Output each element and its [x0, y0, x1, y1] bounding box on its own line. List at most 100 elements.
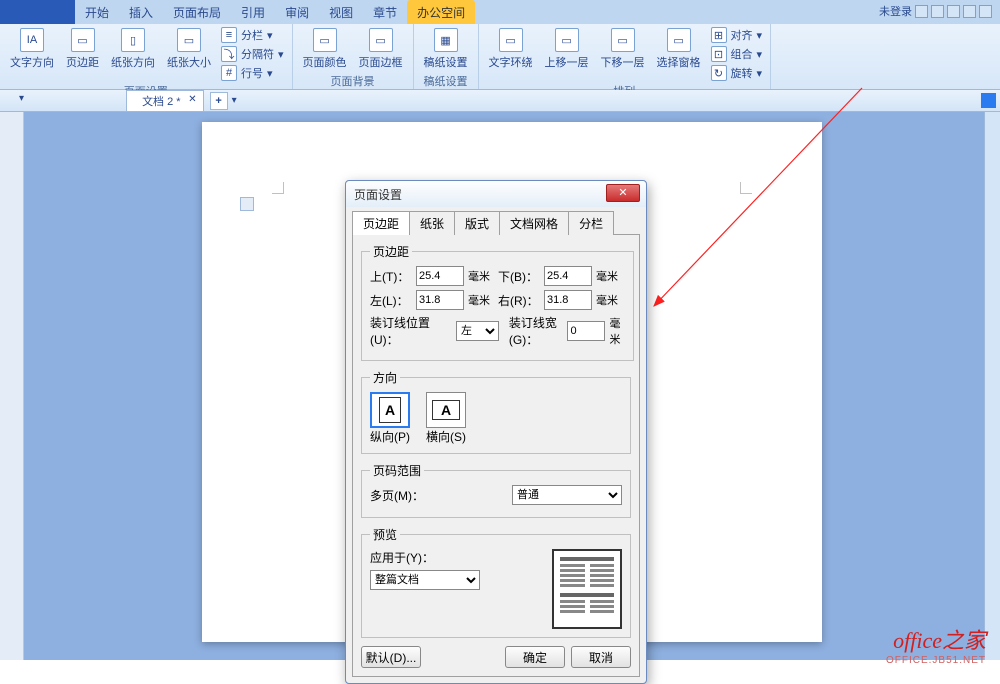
left-label: 左(L)： — [370, 292, 412, 309]
portrait-option[interactable]: A 纵向(P) — [370, 392, 410, 445]
status-icon-5[interactable] — [979, 5, 992, 18]
document-tab[interactable]: 文档 2 * ✕ — [126, 90, 204, 111]
group-label-background: 页面背景 — [299, 72, 407, 90]
multi-select[interactable]: 普通 — [512, 485, 622, 505]
tab-insert[interactable]: 插入 — [119, 0, 163, 24]
vertical-ruler — [0, 112, 24, 660]
btn-wrap-text[interactable]: ▭文字环绕 — [485, 26, 537, 72]
btn-bring-forward[interactable]: ▭上移一层 — [541, 26, 593, 72]
tab-view[interactable]: 视图 — [319, 0, 363, 24]
document-tab-label: 文档 2 * — [142, 96, 181, 108]
btn-columns[interactable]: ≡分栏 ▾ — [219, 26, 286, 44]
gutter-pos-select[interactable]: 左 — [456, 321, 499, 341]
tab-page-layout[interactable]: 页面布局 — [163, 0, 231, 24]
bottom-label: 下(B)： — [498, 268, 540, 285]
margins-group: 页边距 上(T)： 毫米 下(B)： 毫米 左(L)： 毫米 右(R)： 毫米 — [361, 243, 634, 361]
watermark-url: OFFICE.JB51.NET — [886, 655, 986, 666]
top-label: 上(T)： — [370, 268, 412, 285]
btn-manuscript[interactable]: ▦稿纸设置 — [420, 26, 472, 72]
btn-size[interactable]: ▭纸张大小 — [163, 26, 215, 72]
login-status[interactable]: 未登录 — [879, 3, 912, 19]
pages-legend: 页码范围 — [370, 462, 424, 479]
btn-page-color[interactable]: ▭页面颜色 — [299, 26, 351, 72]
btn-selection-pane[interactable]: ▭选择窗格 — [653, 26, 705, 72]
dialog-panel: 页边距 上(T)： 毫米 下(B)： 毫米 左(L)： 毫米 右(R)： 毫米 — [352, 234, 640, 677]
right-status-area: 未登录 — [879, 3, 992, 19]
multi-label: 多页(M)： — [370, 487, 424, 504]
right-unit: 毫米 — [596, 292, 618, 308]
tab-start[interactable]: 开始 — [75, 0, 119, 24]
btn-page-border[interactable]: ▭页面边框 — [355, 26, 407, 72]
btn-rotate[interactable]: ↻旋转 ▾ — [709, 64, 765, 82]
tab-review[interactable]: 审阅 — [275, 0, 319, 24]
minimize-panel-icon[interactable] — [981, 93, 996, 108]
pages-group: 页码范围 多页(M)： 普通 — [361, 462, 631, 518]
status-icon-1[interactable] — [915, 5, 928, 18]
btn-send-backward[interactable]: ▭下移一层 — [597, 26, 649, 72]
btn-text-direction[interactable]: IA文字方向 — [6, 26, 58, 72]
dlg-tab-paper[interactable]: 纸张 — [409, 211, 455, 235]
dlg-tab-grid[interactable]: 文档网格 — [499, 211, 569, 235]
btn-breaks[interactable]: ⤵分隔符 ▾ — [219, 45, 286, 63]
group-page-setup: IA文字方向 ▭页边距 ▯纸张方向 ▭纸张大小 ≡分栏 ▾ ⤵分隔符 ▾ #行号… — [0, 24, 293, 89]
preview-legend: 预览 — [370, 526, 400, 543]
ok-button[interactable]: 确定 — [505, 646, 565, 668]
dialog-buttons: 默认(D)... 确定 取消 — [361, 646, 631, 668]
apply-select[interactable]: 整篇文档 — [370, 570, 480, 590]
btn-align[interactable]: ⊞对齐 ▾ — [709, 26, 765, 44]
tab-references[interactable]: 引用 — [231, 0, 275, 24]
left-input[interactable] — [416, 290, 464, 310]
btn-group[interactable]: ⊡组合 ▾ — [709, 45, 765, 63]
apply-label: 应用于(Y)： — [370, 549, 434, 566]
cancel-button[interactable]: 取消 — [571, 646, 631, 668]
dialog-title: 页面设置 — [354, 186, 402, 203]
status-icon-3[interactable] — [947, 5, 960, 18]
landscape-option[interactable]: A 横向(S) — [426, 392, 466, 445]
vertical-scrollbar[interactable] — [984, 112, 1000, 660]
group-manuscript: ▦稿纸设置 稿纸设置 — [414, 24, 479, 89]
status-icon-4[interactable] — [963, 5, 976, 18]
app-corner — [0, 0, 75, 24]
dlg-tab-margins[interactable]: 页边距 — [352, 211, 410, 235]
preview-thumbnail — [552, 549, 622, 629]
portrait-label: 纵向(P) — [370, 428, 410, 445]
page-thumbnail-icon — [240, 197, 254, 211]
preview-group: 预览 应用于(Y)： 整篇文档 — [361, 526, 631, 638]
tab-dropdown-icon[interactable]: ▾ — [232, 95, 237, 106]
landscape-label: 横向(S) — [426, 428, 466, 445]
close-tab-icon[interactable]: ✕ — [188, 94, 196, 105]
orientation-group: 方向 A 纵向(P) A 横向(S) — [361, 369, 631, 454]
right-input[interactable] — [544, 290, 592, 310]
default-button[interactable]: 默认(D)... — [361, 646, 421, 668]
gutter-w-input[interactable] — [567, 321, 605, 341]
doc-tabs-bar: ▾ 文档 2 * ✕ + ▾ — [0, 90, 1000, 112]
dlg-tab-columns[interactable]: 分栏 — [568, 211, 614, 235]
watermark-title: office之家 — [886, 623, 986, 655]
dialog-tabs: 页边距 纸张 版式 文档网格 分栏 — [352, 211, 640, 235]
page-setup-dialog: 页面设置 ✕ 页边距 纸张 版式 文档网格 分栏 页边距 上(T)： 毫米 下(… — [345, 180, 647, 684]
ribbon: IA文字方向 ▭页边距 ▯纸张方向 ▭纸张大小 ≡分栏 ▾ ⤵分隔符 ▾ #行号… — [0, 24, 1000, 90]
gutter-unit: 毫米 — [609, 315, 625, 347]
bottom-unit: 毫米 — [596, 268, 618, 284]
crop-mark-tr — [740, 182, 752, 194]
btn-margins[interactable]: ▭页边距 — [62, 26, 103, 72]
btn-orientation[interactable]: ▯纸张方向 — [107, 26, 159, 72]
right-label: 右(R)： — [498, 292, 540, 309]
top-input[interactable] — [416, 266, 464, 286]
dlg-tab-layout[interactable]: 版式 — [454, 211, 500, 235]
watermark: office之家 OFFICE.JB51.NET — [886, 623, 986, 666]
new-tab-button[interactable]: + — [210, 92, 228, 110]
bottom-input[interactable] — [544, 266, 592, 286]
group-label-manuscript: 稿纸设置 — [420, 72, 472, 90]
dialog-titlebar[interactable]: 页面设置 ✕ — [346, 181, 646, 207]
dialog-close-button[interactable]: ✕ — [606, 184, 640, 202]
margins-legend: 页边距 — [370, 243, 412, 260]
group-arrange: ▭文字环绕 ▭上移一层 ▭下移一层 ▭选择窗格 ⊞对齐 ▾ ⊡组合 ▾ ↻旋转 … — [479, 24, 772, 89]
btn-line-numbers[interactable]: #行号 ▾ — [219, 64, 286, 82]
tab-workspace[interactable]: 办公空间 — [407, 0, 475, 24]
left-unit: 毫米 — [468, 292, 490, 308]
tab-chapter[interactable]: 章节 — [363, 0, 407, 24]
crop-mark-tl — [272, 182, 284, 194]
gutter-w-label: 装订线宽(G)： — [509, 314, 564, 348]
status-icon-2[interactable] — [931, 5, 944, 18]
